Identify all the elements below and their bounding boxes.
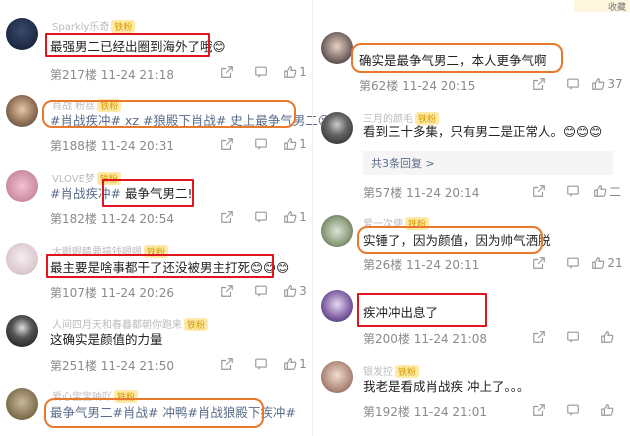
like-button[interactable]: 21 [590,255,624,271]
highlight-box [44,398,264,428]
view-replies-link[interactable]: 共3条回复 > [363,151,613,175]
comment-item: 人间四月天和春暮都朝你跑来 铁粉 这确实是颜值的力量 第251楼 11-24 21… [0,307,318,382]
comment-meta: 第57楼 11-24 20:14 [363,186,480,200]
comment-icon[interactable] [244,136,278,152]
avatar[interactable] [6,95,38,127]
comment-icon[interactable] [556,402,590,418]
share-icon[interactable] [522,183,556,199]
comment-icon[interactable] [244,283,278,299]
avatar[interactable] [6,315,38,347]
avatar[interactable] [6,243,38,275]
comment-actions [522,329,624,345]
highlight-box [102,179,194,207]
like-button[interactable]: 37 [590,76,624,92]
comment-meta: 第192楼 11-24 21:01 [363,405,487,419]
comment-actions: 1 [210,209,312,225]
comment-meta: 第188楼 11-24 20:31 [50,139,174,153]
comment-meta: 第182楼 11-24 20:54 [50,212,174,226]
share-icon[interactable] [522,402,556,418]
comment-text: 我老是看成肖战疾 冲上了。。。 [363,379,530,394]
comment-author[interactable]: 人间四月天和春暮都朝你跑来 铁粉 [52,316,209,331]
comment-author[interactable]: 银发控 铁粉 [363,363,420,378]
comment-actions: 3 [210,283,312,299]
avatar[interactable] [6,170,38,202]
left-comment-column: Sparkly乐奇 铁粉 最强男二已经出圈到海外了哦😊 第217楼 11-24 2… [0,0,331,436]
comment-actions: 1 [210,136,312,152]
share-icon[interactable] [210,283,244,299]
comment-icon[interactable] [244,356,278,372]
highlight-box [45,33,210,57]
share-icon[interactable] [522,255,556,271]
comment-item: 银发控 铁粉 我老是看成肖战疾 冲上了。。。 第192楼 11-24 21:01 [313,355,630,436]
comment-meta: 第251楼 11-24 21:50 [50,359,174,373]
highlight-box [357,293,487,327]
highlight-box [351,43,563,73]
highlight-box [46,254,274,278]
comment-actions: 1 [210,64,312,80]
share-icon[interactable] [210,356,244,372]
comment-text: 这确实是颜值的力量 [50,332,163,347]
highlight-box [42,100,296,128]
comment-meta: 第217楼 11-24 21:18 [50,68,174,82]
comment-icon[interactable] [556,329,590,345]
avatar[interactable] [321,215,353,247]
comment-meta: 第200楼 11-24 21:08 [363,332,487,346]
comment-meta: 第26楼 11-24 20:11 [363,258,480,272]
avatar[interactable] [6,388,38,420]
avatar[interactable] [6,18,38,50]
comment-actions: 21 [522,255,624,271]
comment-actions: 37 [522,76,624,92]
comment-icon[interactable] [556,255,590,271]
share-icon[interactable] [210,136,244,152]
like-button[interactable] [590,329,624,345]
like-button[interactable]: 3 [278,283,312,299]
comment-icon[interactable] [244,64,278,80]
comment-actions [522,402,624,418]
like-button[interactable]: 1 [278,64,312,80]
comment-icon[interactable] [556,183,590,199]
share-icon[interactable] [522,329,556,345]
comment-actions: 二 [522,183,624,199]
comment-meta: 第107楼 11-24 20:26 [50,286,174,300]
comment-icon[interactable] [556,76,590,92]
share-icon[interactable] [522,76,556,92]
avatar[interactable] [321,361,353,393]
avatar[interactable] [321,290,353,322]
like-button[interactable]: 二 [590,183,624,199]
comment-text: 看到三十多集，只有男二是正常人。😊😊😊 [363,124,603,139]
comment-meta: 第62楼 11-24 20:15 [359,79,476,93]
avatar[interactable] [321,112,353,144]
comment-author[interactable]: Sparkly乐奇 铁粉 [52,18,136,33]
share-icon[interactable] [210,209,244,225]
comment-actions: 1 [210,356,312,372]
like-button[interactable]: 1 [278,356,312,372]
right-comment-column: 确实是最争气男二，本人更争气啊 第62楼 11-24 20:15 37 三月的颜… [312,0,630,436]
like-button[interactable] [590,402,624,418]
like-button[interactable]: 1 [278,209,312,225]
share-icon[interactable] [210,64,244,80]
highlight-box [357,226,543,254]
comment-item: 三月的颜毛 铁粉 看到三十多集，只有男二是正常人。😊😊😊 第57楼 11-24 2… [313,100,630,200]
avatar[interactable] [321,32,353,64]
like-button[interactable]: 1 [278,136,312,152]
comment-icon[interactable] [244,209,278,225]
